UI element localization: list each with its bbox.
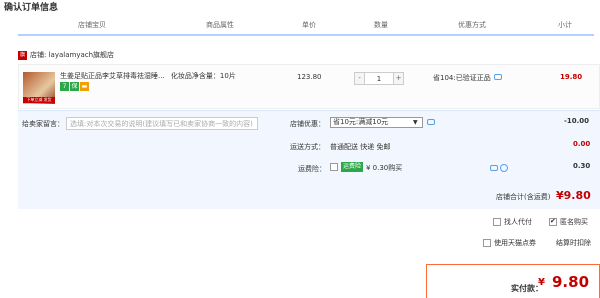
proxy-pay-label[interactable]: 找人代付 bbox=[504, 217, 532, 227]
insurance-price: ¥ 0.30购买 bbox=[366, 164, 403, 172]
shop-discount-amount: -10.00 bbox=[564, 117, 590, 125]
unit-price: 123.80 bbox=[297, 73, 322, 81]
shop-total-label: 店铺合计(含运费) bbox=[496, 193, 551, 201]
insurance-label: 运费险： bbox=[298, 165, 326, 173]
chevron-down-icon: ▼ bbox=[413, 119, 418, 126]
shop-discount-label: 店铺优惠： bbox=[290, 120, 325, 128]
proxy-pay-checkbox[interactable] bbox=[493, 218, 501, 226]
memo-input[interactable]: 选填:对本次交易的说明(建议填写已和卖家协商一致的内容) bbox=[66, 117, 258, 130]
shop-name-link[interactable]: layalamyach旗舰店 bbox=[49, 51, 114, 59]
page-title: 确认订单信息 bbox=[4, 3, 59, 13]
shop-label: 店铺: bbox=[30, 51, 47, 59]
shipping-label: 运送方式： bbox=[290, 143, 325, 151]
tag-guarantee-icon: 保 bbox=[70, 82, 79, 91]
col-qty: 数量 bbox=[374, 21, 388, 29]
item-title[interactable]: 生姜足贴正品李艾草排毒祛湿睡... bbox=[60, 72, 165, 80]
col-price: 单价 bbox=[302, 21, 316, 29]
insurance-badge: 运费险 bbox=[341, 162, 363, 172]
col-subtotal: 小计 bbox=[558, 21, 572, 29]
final-currency: ¥ bbox=[538, 277, 545, 288]
points-deduct-text: 结算时扣除 bbox=[556, 239, 591, 247]
tag-7-icon: 7 bbox=[60, 82, 69, 91]
memo-label: 给卖家留言： bbox=[22, 120, 64, 128]
col-promo: 优惠方式 bbox=[458, 21, 486, 29]
insurance-checkbox[interactable] bbox=[330, 163, 338, 171]
table-header: 店铺宝贝 商品属性 单价 数量 优惠方式 小计 bbox=[18, 20, 594, 32]
header-divider bbox=[18, 34, 594, 36]
chat-icon[interactable] bbox=[494, 74, 502, 80]
tmall-points-checkbox[interactable] bbox=[483, 239, 491, 247]
item-attr: 化妆品净含量：10片 bbox=[170, 72, 236, 80]
shop-discount-select[interactable]: 省10元:满减10元 bbox=[330, 117, 423, 128]
thumbnail-banner: 下单立减 发货 bbox=[23, 97, 55, 103]
shop-icon: 旗 bbox=[18, 51, 27, 60]
item-title-row: 生姜足贴正品李艾草排毒祛湿睡... 化妆品净含量：10片 bbox=[60, 71, 236, 81]
qty-decrement-button[interactable]: - bbox=[354, 72, 365, 85]
insurance-chat-icon[interactable] bbox=[490, 165, 498, 171]
item-subtotal: 19.80 bbox=[560, 73, 583, 81]
final-amount: 9.80 bbox=[552, 273, 590, 291]
col-attr: 商品属性 bbox=[206, 21, 234, 29]
qty-input[interactable]: 1 bbox=[365, 72, 393, 85]
tag-card-icon: ▬ bbox=[80, 82, 89, 91]
anonymous-checkbox[interactable] bbox=[549, 217, 557, 226]
shop-total: ¥9.80 bbox=[556, 189, 591, 202]
col-item: 店铺宝贝 bbox=[78, 21, 106, 29]
shipping-method: 普通配送 快递 免邮 bbox=[330, 143, 391, 151]
qty-increment-button[interactable]: + bbox=[393, 72, 404, 85]
discount-info-icon[interactable] bbox=[427, 119, 435, 125]
promo-text: 省104:已验证正品 bbox=[433, 74, 491, 82]
shipping-amount: 0.00 bbox=[573, 140, 591, 148]
info-icon[interactable] bbox=[500, 164, 508, 172]
shop-name[interactable]: 店铺: layalamyach旗舰店 bbox=[30, 50, 114, 60]
tmall-points-label[interactable]: 使用天猫点券 bbox=[494, 238, 536, 248]
insurance-amount: 0.30 bbox=[573, 162, 591, 170]
anonymous-label[interactable]: 匿名购买 bbox=[560, 217, 588, 227]
